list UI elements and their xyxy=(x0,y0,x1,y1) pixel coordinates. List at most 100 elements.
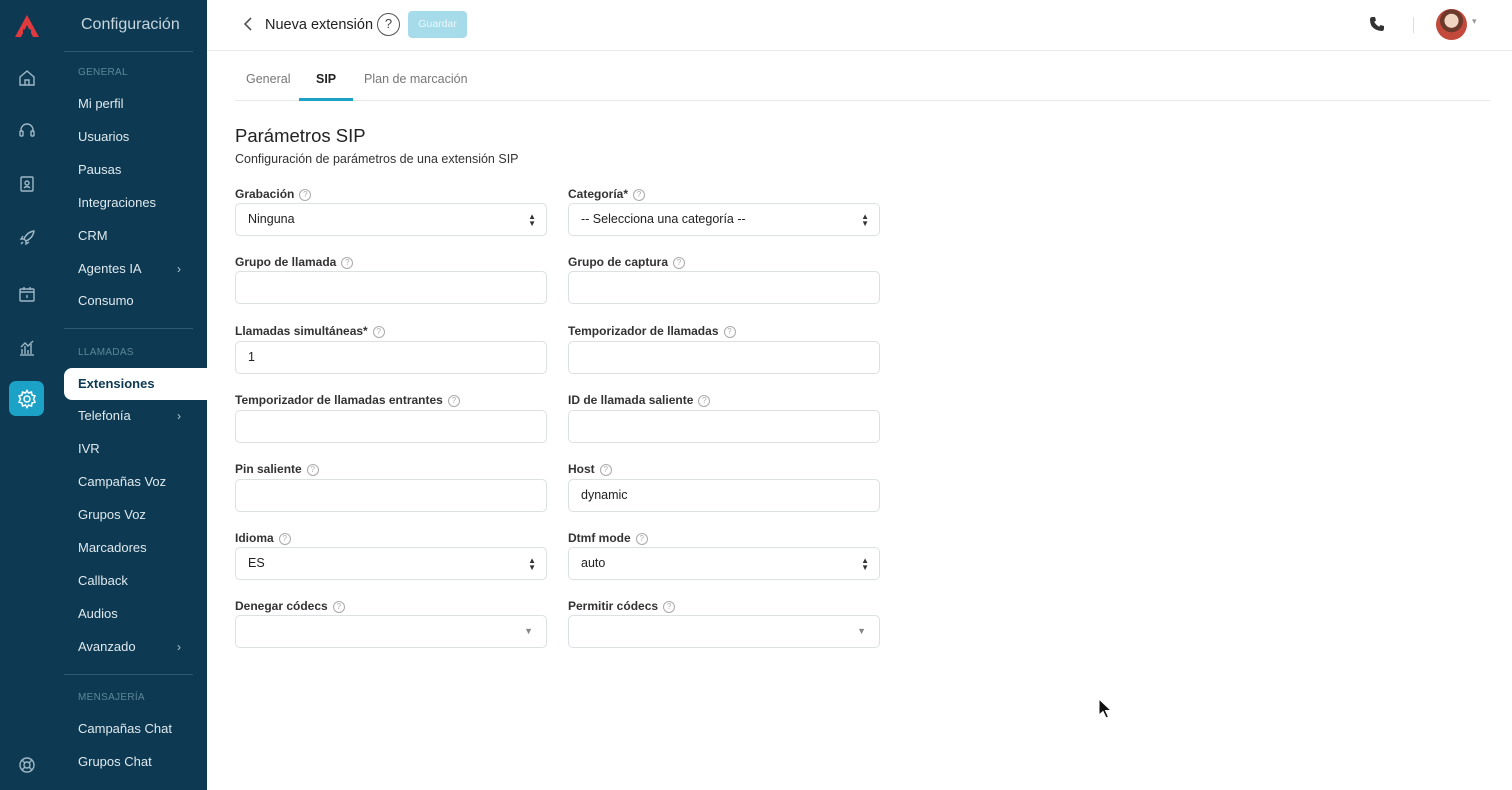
help-icon[interactable]: ? xyxy=(341,257,354,269)
sidebar-item-crm[interactable]: CRM xyxy=(78,224,207,248)
pin-saliente-input[interactable] xyxy=(235,479,547,512)
section-subtitle: Configuración de parámetros de una exten… xyxy=(235,152,519,166)
sidebar-item-ivr[interactable]: IVR xyxy=(78,437,207,461)
top-bar: Nueva extensión ? Guardar ▾ xyxy=(207,0,1512,51)
label-denegar-codecs: Denegar códecs? xyxy=(235,599,345,613)
sidebar-item-agentes-ia[interactable]: Agentes IA › xyxy=(78,257,207,281)
label-temporizador-entrantes: Temporizador de llamadas entrantes? xyxy=(235,393,460,407)
phone-icon[interactable] xyxy=(1369,16,1385,37)
label-grabacion: Grabación? xyxy=(235,187,312,201)
caret-down-icon: ▼ xyxy=(524,626,533,636)
sidebar-item-telefonia[interactable]: Telefonía › xyxy=(78,404,207,428)
sidebar-item-extensiones[interactable]: Extensiones xyxy=(64,368,207,400)
active-tab-indicator xyxy=(299,98,353,101)
help-icon[interactable]: ? xyxy=(599,464,612,476)
caret-down-icon: ▼ xyxy=(857,626,866,636)
sidebar-item-campanas-voz[interactable]: Campañas Voz xyxy=(78,470,207,494)
mouse-cursor-icon xyxy=(1098,697,1114,725)
label-dtmf-mode: Dtmf mode? xyxy=(568,531,648,545)
temporizador-entrantes-input[interactable] xyxy=(235,410,547,443)
sidebar-divider xyxy=(64,328,193,329)
denegar-codecs-multiselect[interactable]: ▼ xyxy=(235,615,547,648)
label-grupo-llamada: Grupo de llamada? xyxy=(235,255,354,269)
support-icon[interactable] xyxy=(9,747,44,782)
chevron-right-icon: › xyxy=(177,640,181,654)
sidebar-item-grupos-chat[interactable]: Grupos Chat xyxy=(78,750,207,774)
sidebar-item-integraciones[interactable]: Integraciones xyxy=(78,191,207,215)
help-icon[interactable]: ? xyxy=(698,395,711,407)
home-icon[interactable] xyxy=(9,60,44,95)
sidebar-divider xyxy=(64,51,193,52)
chevron-right-icon: › xyxy=(177,409,181,423)
sidebar-item-callback[interactable]: Callback xyxy=(78,569,207,593)
sidebar-item-consumo[interactable]: Consumo xyxy=(78,289,207,313)
sidebar-item-avanzado[interactable]: Avanzado › xyxy=(78,635,207,659)
calendar-icon[interactable] xyxy=(9,276,44,311)
grupo-llamada-input[interactable] xyxy=(235,271,547,304)
tab-sip[interactable]: SIP xyxy=(316,72,336,86)
tab-bar: General SIP Plan de marcación xyxy=(235,58,1490,101)
help-button[interactable]: ? xyxy=(377,13,400,36)
help-icon[interactable]: ? xyxy=(372,326,385,338)
label-host: Host? xyxy=(568,462,612,476)
label-categoria: Categoría*? xyxy=(568,187,646,201)
categoria-select[interactable]: -- Selecciona una categoría -- ▲ ▼ xyxy=(568,203,880,236)
contacts-icon[interactable] xyxy=(9,166,44,201)
dtmf-mode-select[interactable]: auto ▲ ▼ xyxy=(568,547,880,580)
chevron-right-icon: › xyxy=(177,262,181,276)
section-title: Parámetros SIP xyxy=(235,125,366,146)
caret-down-icon[interactable]: ▾ xyxy=(1472,16,1477,27)
help-icon[interactable]: ? xyxy=(663,601,676,613)
label-id-llamada-saliente: ID de llamada saliente? xyxy=(568,393,711,407)
sidebar-item-label: Avanzado xyxy=(78,639,136,654)
help-icon[interactable]: ? xyxy=(306,464,319,476)
sidebar-item-label: Telefonía xyxy=(78,408,131,423)
headset-icon[interactable] xyxy=(9,112,44,147)
help-icon[interactable]: ? xyxy=(633,189,646,201)
host-input[interactable]: dynamic xyxy=(568,479,880,512)
help-icon[interactable]: ? xyxy=(278,533,291,545)
sidebar-item-campanas-chat[interactable]: Campañas Chat xyxy=(78,717,207,741)
help-icon[interactable]: ? xyxy=(447,395,460,407)
help-icon[interactable]: ? xyxy=(332,601,345,613)
logo-icon[interactable] xyxy=(9,8,44,43)
sort-arrows-icon: ▲ ▼ xyxy=(528,212,536,228)
idioma-select[interactable]: ES ▲ ▼ xyxy=(235,547,547,580)
avatar[interactable] xyxy=(1436,9,1467,40)
label-grupo-captura: Grupo de captura? xyxy=(568,255,686,269)
section-header-llamadas: LLAMADAS xyxy=(78,347,134,358)
label-pin-saliente: Pin saliente? xyxy=(235,462,319,476)
sidebar-item-grupos-voz[interactable]: Grupos Voz xyxy=(78,503,207,527)
help-icon[interactable]: ? xyxy=(723,326,736,338)
id-llamada-saliente-input[interactable] xyxy=(568,410,880,443)
sidebar-item-marcadores[interactable]: Marcadores xyxy=(78,536,207,560)
llamadas-simultaneas-input[interactable]: 1 xyxy=(235,341,547,374)
save-button[interactable]: Guardar xyxy=(408,11,467,38)
sidebar-item-audios[interactable]: Audios xyxy=(78,602,207,626)
sidebar-divider xyxy=(64,674,193,675)
settings-icon[interactable] xyxy=(9,381,44,416)
chart-icon[interactable] xyxy=(9,330,44,365)
grabacion-select[interactable]: Ninguna ▲ ▼ xyxy=(235,203,547,236)
permitir-codecs-multiselect[interactable]: ▼ xyxy=(568,615,880,648)
temporizador-llamadas-input[interactable] xyxy=(568,341,880,374)
sidebar-item-pausas[interactable]: Pausas xyxy=(78,158,207,182)
rocket-icon[interactable] xyxy=(9,220,44,255)
help-icon[interactable]: ? xyxy=(635,533,648,545)
sort-arrows-icon: ▲ ▼ xyxy=(528,556,536,572)
tab-general[interactable]: General xyxy=(246,72,290,86)
section-header-mensajeria: MENSAJERÍA xyxy=(78,692,145,703)
help-icon[interactable]: ? xyxy=(299,189,312,201)
sidebar-title: Configuración xyxy=(81,16,180,33)
sort-arrows-icon: ▲ ▼ xyxy=(861,212,869,228)
sidebar-item-usuarios[interactable]: Usuarios xyxy=(78,125,207,149)
sidebar-item-mi-perfil[interactable]: Mi perfil xyxy=(78,92,207,116)
tab-plan-de-marcacion[interactable]: Plan de marcación xyxy=(364,72,468,86)
label-permitir-codecs: Permitir códecs? xyxy=(568,599,676,613)
icon-rail xyxy=(0,0,52,790)
back-arrow-icon[interactable] xyxy=(243,16,253,37)
help-icon[interactable]: ? xyxy=(673,257,686,269)
sidebar-item-label: Agentes IA xyxy=(78,261,142,276)
label-llamadas-simultaneas: Llamadas simultáneas*? xyxy=(235,324,385,338)
grupo-captura-input[interactable] xyxy=(568,271,880,304)
